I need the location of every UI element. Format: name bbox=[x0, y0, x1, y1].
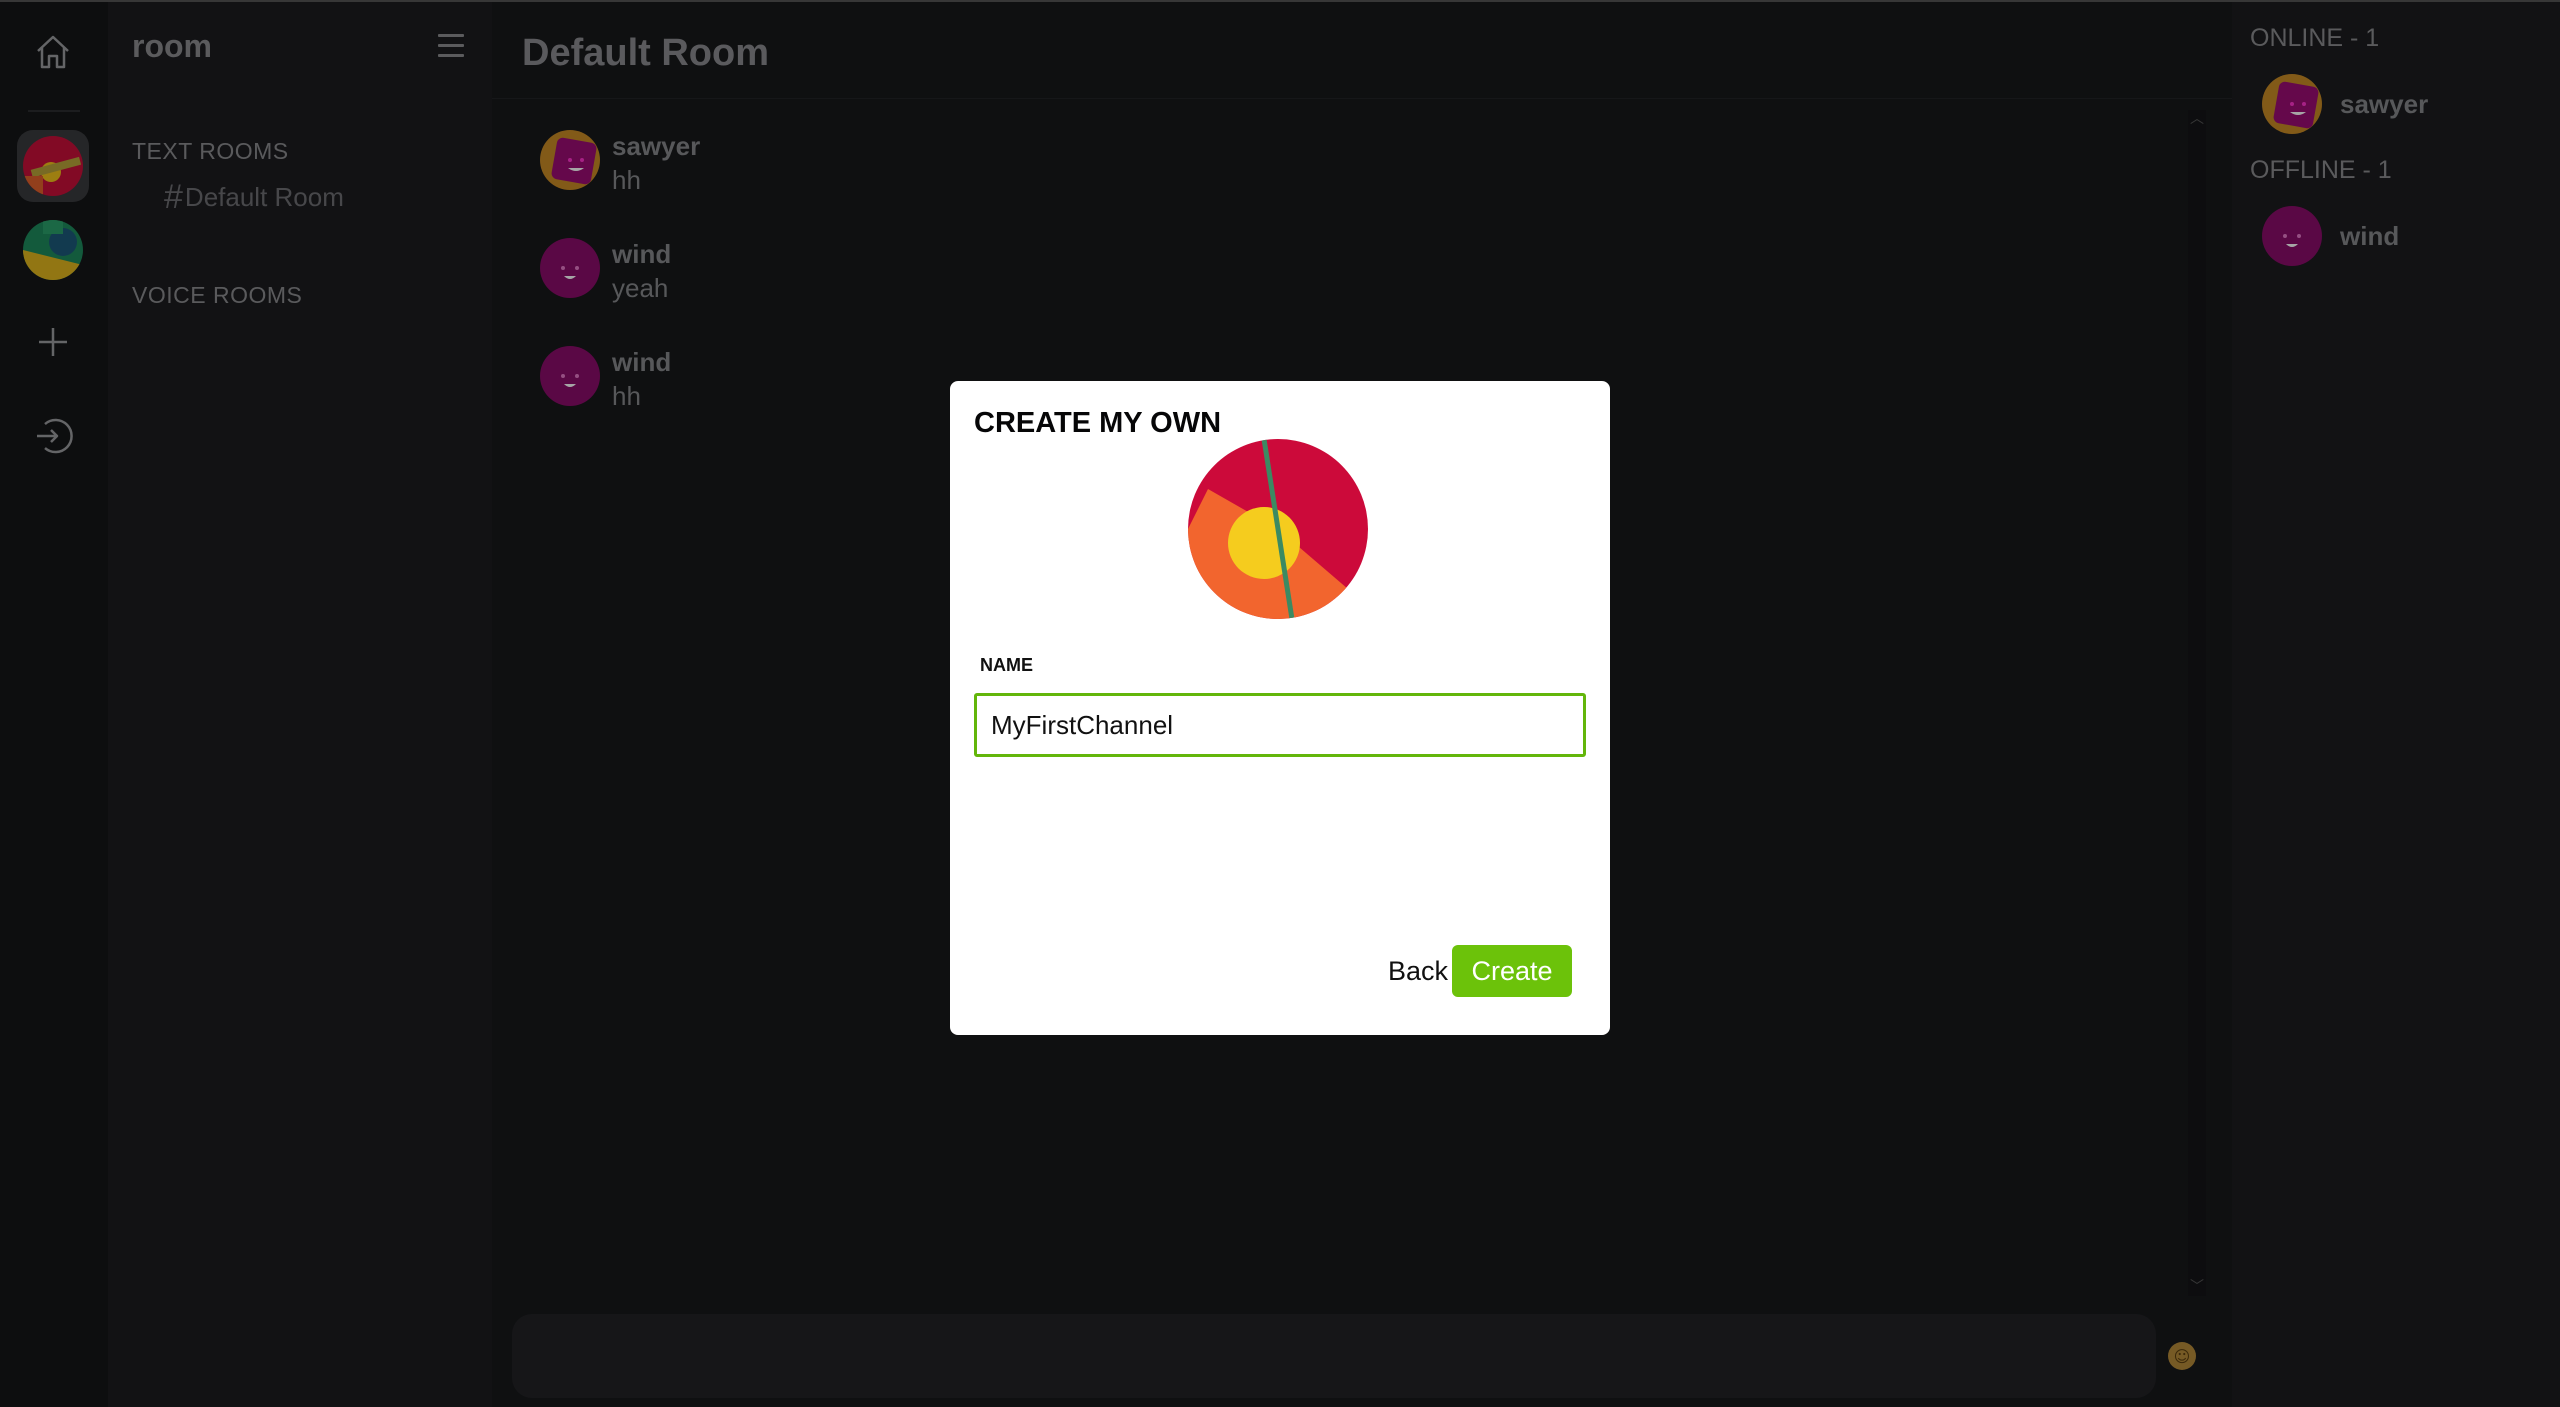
modal-title: CREATE MY OWN bbox=[974, 407, 1222, 439]
create-channel-modal: CREATE MY OWN NAME Back Create bbox=[950, 381, 1610, 1035]
back-button[interactable]: Back bbox=[1378, 945, 1458, 997]
create-button[interactable]: Create bbox=[1452, 945, 1572, 997]
channel-avatar[interactable] bbox=[1188, 439, 1368, 619]
name-field-label: NAME bbox=[980, 655, 1033, 675]
app-window: room TEXT ROOMS # Default Room VOICE ROO… bbox=[0, 0, 2560, 1407]
channel-name-input[interactable] bbox=[974, 693, 1586, 757]
